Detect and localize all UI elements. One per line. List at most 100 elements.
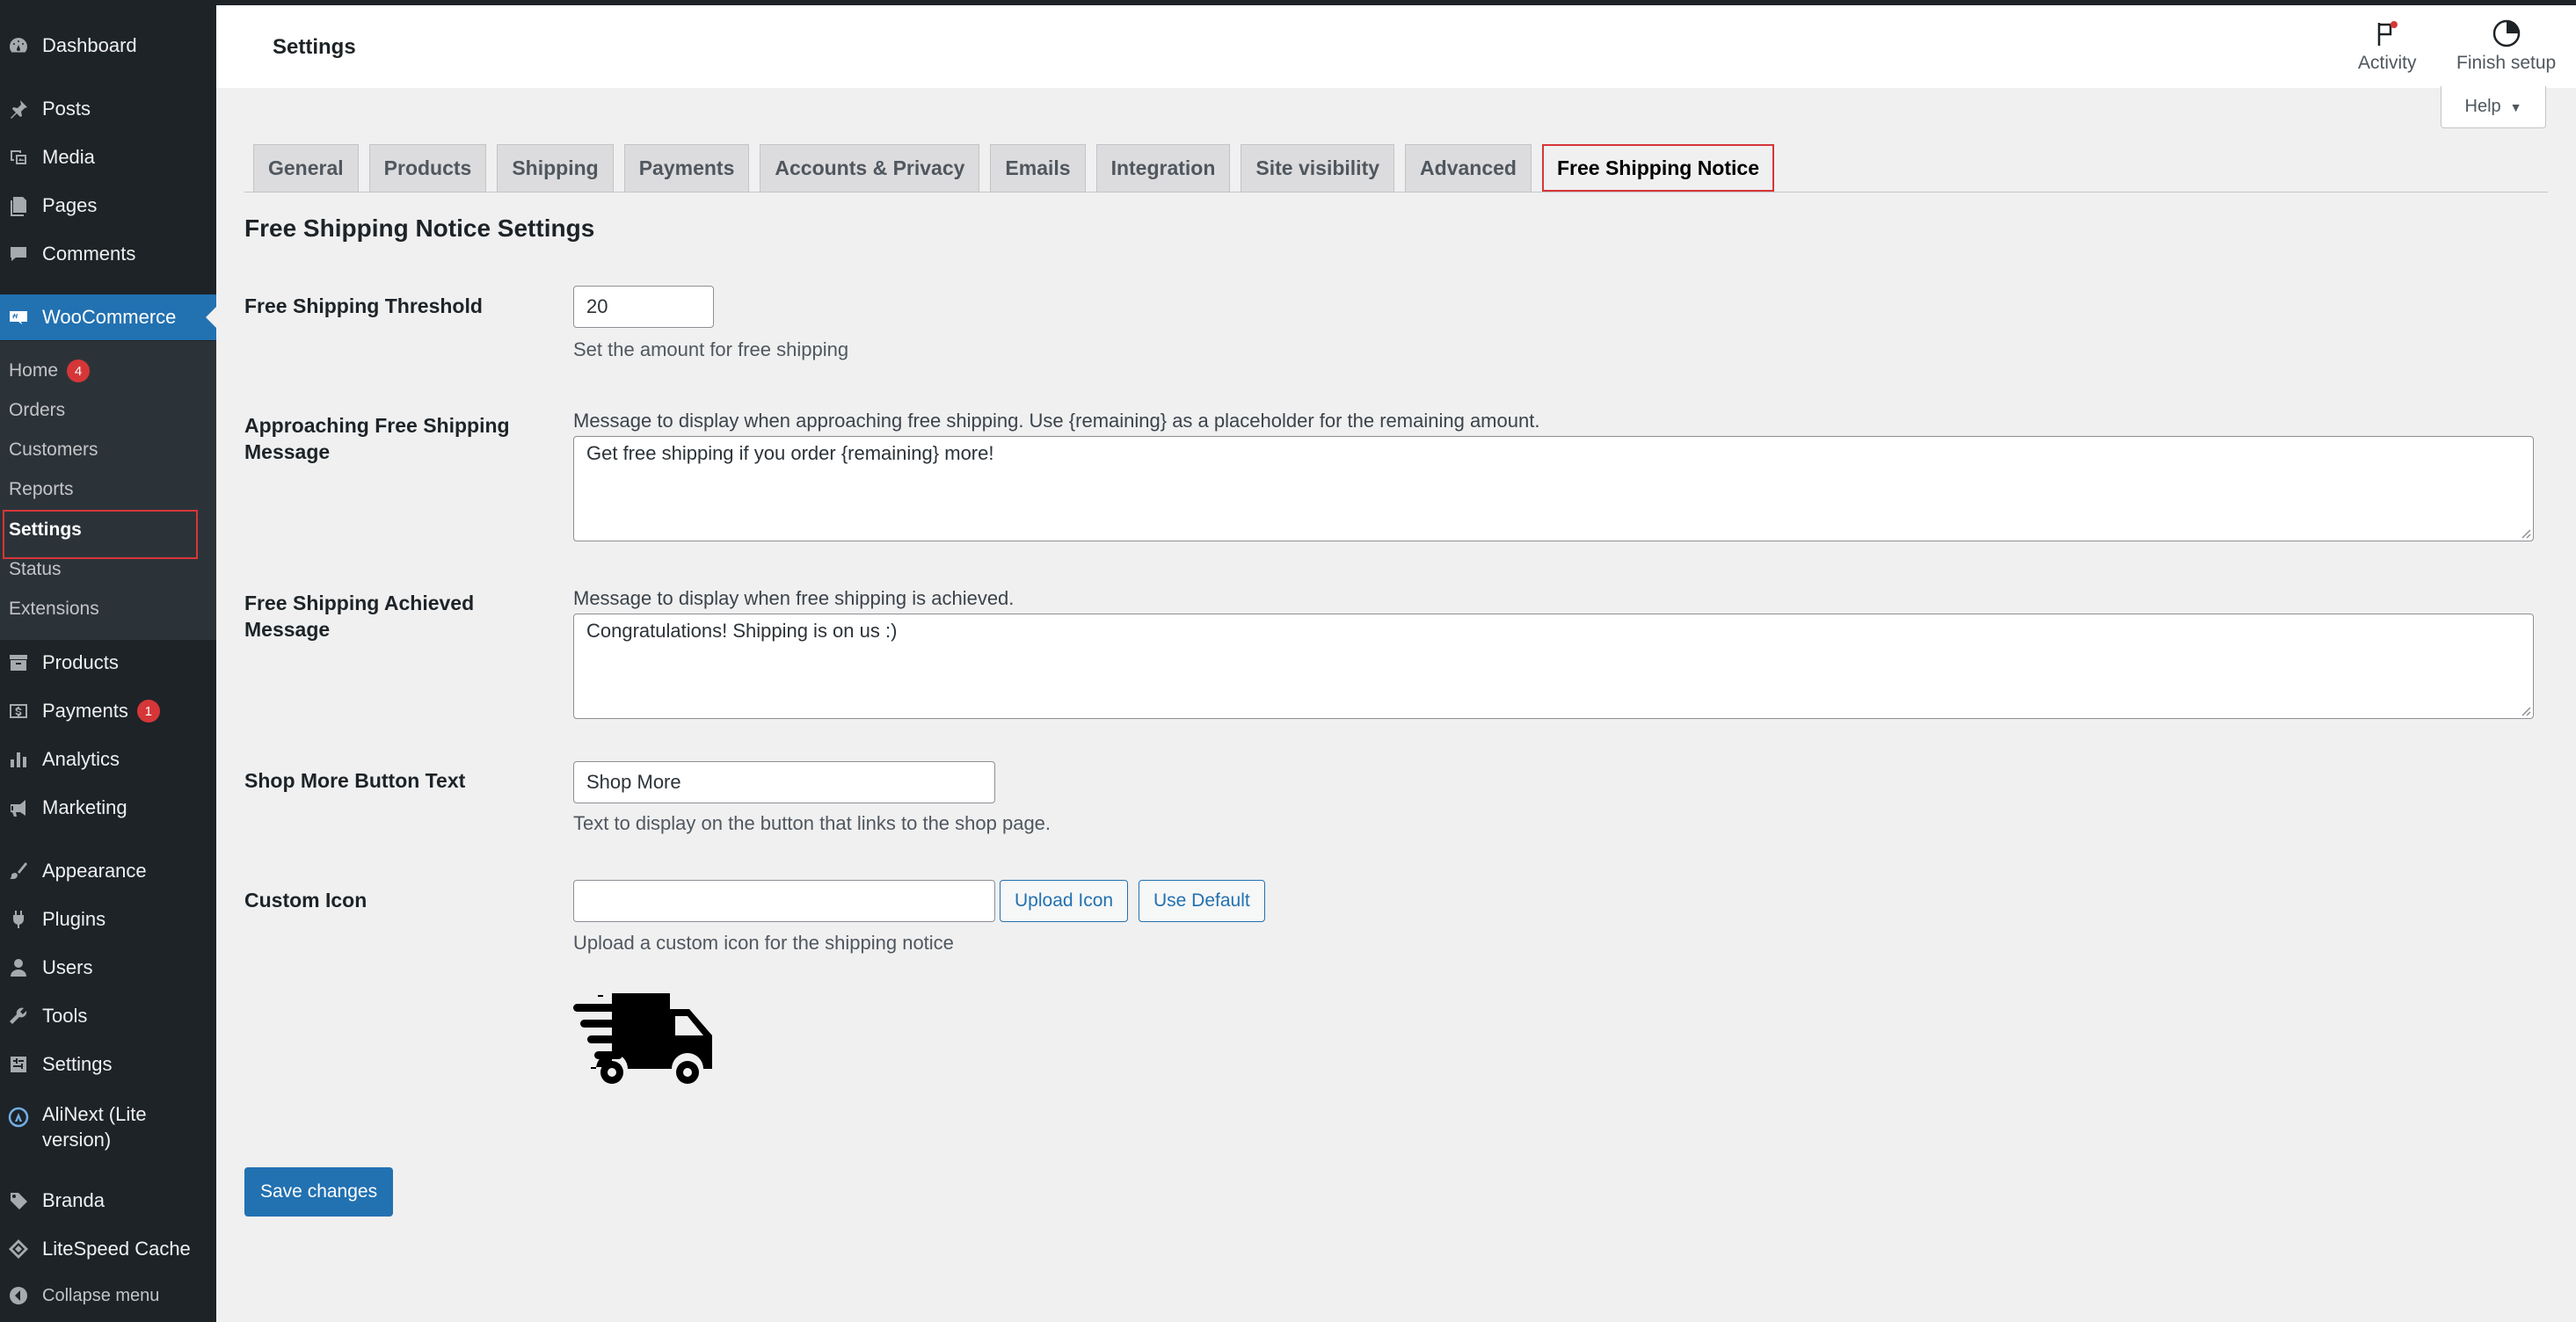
woocommerce-submenu: Home 4 Orders Customers Reports Settings…: [0, 341, 216, 640]
sidebar-item-plugins[interactable]: Plugins: [0, 897, 216, 942]
save-changes-button[interactable]: Save changes: [244, 1167, 394, 1217]
tag-icon: [7, 1189, 30, 1212]
sidebar-item-appearance[interactable]: Appearance: [0, 848, 216, 894]
sidebar-item-label: Appearance: [42, 859, 147, 882]
approaching-message-textarea[interactable]: Get free shipping if you order {remainin…: [573, 436, 2534, 541]
sidebar-item-label: Comments: [42, 242, 136, 265]
sidebar-item-label: Users: [42, 955, 93, 978]
sidebar-item-marketing[interactable]: Marketing: [0, 785, 216, 831]
wrench-icon: [7, 1005, 30, 1028]
submenu-item-home[interactable]: Home 4: [9, 353, 91, 389]
tab-shipping[interactable]: Shipping: [497, 144, 614, 192]
progress-circle-icon: [2492, 19, 2520, 47]
brush-icon: [7, 860, 30, 883]
section-title: Free Shipping Notice Settings: [244, 214, 595, 242]
settings-highlight-box: [3, 510, 198, 559]
dashboard-icon: [7, 34, 30, 57]
use-default-button[interactable]: Use Default: [1139, 880, 1265, 922]
settings-icon: [7, 1053, 30, 1076]
truck-icon: [573, 993, 712, 1084]
custom-icon-description: Upload a custom icon for the shipping no…: [573, 932, 954, 954]
page-header: Settings Activity Finish setup: [216, 5, 2576, 88]
achieved-message-textarea[interactable]: Congratulations! Shipping is on us :): [573, 614, 2534, 719]
caret-down-icon: ▼: [2509, 99, 2522, 114]
activity-button[interactable]: Activity: [2358, 18, 2417, 74]
threshold-input[interactable]: 20: [573, 286, 714, 328]
approaching-message-label: Approaching Free Shipping Message: [244, 414, 510, 463]
help-label: Help: [2464, 97, 2501, 116]
sidebar-item-media[interactable]: Media: [0, 134, 216, 180]
admin-sidebar: Dashboard Posts Media Pages Comments Woo…: [0, 5, 216, 1322]
sidebar-item-label: Dashboard: [42, 33, 137, 56]
custom-icon-label: Custom Icon: [244, 889, 367, 912]
sidebar-item-users[interactable]: Users: [0, 945, 216, 991]
sidebar-item-label: LiteSpeed Cache: [42, 1237, 191, 1260]
sidebar-item-products[interactable]: Products: [0, 640, 216, 686]
submenu-item-customers[interactable]: Customers: [9, 432, 98, 468]
shop-more-input[interactable]: Shop More: [573, 761, 995, 803]
tab-site-visibility[interactable]: Site visibility: [1241, 144, 1395, 192]
resize-grip-icon[interactable]: [2519, 527, 2531, 539]
sidebar-item-label: Posts: [42, 97, 91, 120]
sidebar-item-label: AliNext (Lite version): [42, 1103, 147, 1151]
sidebar-item-woocommerce[interactable]: WooCommerce: [0, 294, 216, 340]
sidebar-item-analytics[interactable]: Analytics: [0, 737, 216, 782]
submenu-item-reports[interactable]: Reports: [9, 472, 74, 507]
archive-icon: [7, 651, 30, 674]
sidebar-item-litespeed-cache[interactable]: LiteSpeed Cache: [0, 1226, 216, 1272]
collapse-icon: [7, 1284, 30, 1307]
comment-icon: [7, 243, 30, 265]
activity-label: Activity: [2358, 53, 2417, 73]
sidebar-item-label: Pages: [42, 193, 98, 216]
resize-grip-icon[interactable]: [2519, 704, 2531, 716]
sidebar-item-alinext[interactable]: AliNext (Lite version): [0, 1102, 216, 1159]
tab-free-shipping-notice[interactable]: Free Shipping Notice: [1541, 144, 1774, 192]
approaching-message-text: Get free shipping if you order {remainin…: [586, 442, 994, 464]
sidebar-item-settings[interactable]: Settings: [0, 1042, 216, 1087]
sidebar-item-label: Plugins: [42, 907, 106, 930]
threshold-description: Set the amount for free shipping: [573, 338, 849, 360]
sidebar-item-label: Marketing: [42, 795, 127, 818]
shop-more-label: Shop More Button Text: [244, 769, 466, 792]
sidebar-item-branda[interactable]: Branda: [0, 1178, 216, 1224]
pin-icon: [7, 98, 30, 120]
tab-integration[interactable]: Integration: [1095, 144, 1231, 192]
sidebar-item-pages[interactable]: Pages: [0, 183, 216, 229]
tab-emails[interactable]: Emails: [990, 144, 1086, 192]
sidebar-item-label: Analytics: [42, 747, 120, 770]
settings-tabs: General Products Shipping Payments Accou…: [253, 144, 1785, 193]
user-icon: [7, 956, 30, 979]
upload-icon-button[interactable]: Upload Icon: [1000, 880, 1129, 922]
sidebar-item-tools[interactable]: Tools: [0, 993, 216, 1039]
submenu-item-label: Home: [9, 360, 59, 381]
sidebar-item-label: Branda: [42, 1188, 105, 1211]
tab-advanced[interactable]: Advanced: [1405, 144, 1532, 192]
sidebar-item-comments[interactable]: Comments: [0, 231, 216, 277]
submenu-item-orders[interactable]: Orders: [9, 393, 65, 428]
page-title: Settings: [273, 35, 356, 59]
sidebar-item-label: Settings: [42, 1052, 113, 1075]
tab-products[interactable]: Products: [368, 144, 487, 192]
help-button[interactable]: Help ▼: [2441, 86, 2546, 128]
diamond-icon: [7, 1238, 30, 1260]
pages-icon: [7, 194, 30, 217]
finish-setup-button[interactable]: Finish setup: [2456, 18, 2556, 74]
approaching-message-description: Message to display when approaching free…: [573, 410, 1540, 432]
achieved-message-text: Congratulations! Shipping is on us :): [586, 620, 898, 642]
tab-general[interactable]: General: [253, 144, 359, 192]
bar-chart-icon: [7, 748, 30, 771]
submenu-item-extensions[interactable]: Extensions: [9, 592, 99, 627]
custom-icon-input[interactable]: [573, 880, 995, 922]
achieved-message-description: Message to display when free shipping is…: [573, 587, 1015, 609]
tab-payments[interactable]: Payments: [623, 144, 750, 192]
finish-setup-label: Finish setup: [2456, 53, 2557, 73]
sidebar-item-label: Collapse menu: [42, 1286, 160, 1305]
sidebar-item-label: Tools: [42, 1004, 88, 1027]
shop-more-description: Text to display on the button that links…: [573, 812, 1052, 834]
tab-accounts-privacy[interactable]: Accounts & Privacy: [760, 144, 980, 192]
sidebar-item-posts[interactable]: Posts: [0, 86, 216, 132]
collapse-menu-button[interactable]: Collapse menu: [0, 1273, 216, 1318]
sidebar-item-payments[interactable]: Payments 1: [0, 688, 216, 734]
achieved-message-label: Free Shipping Achieved Message: [244, 592, 475, 641]
sidebar-item-dashboard[interactable]: Dashboard: [0, 23, 216, 69]
